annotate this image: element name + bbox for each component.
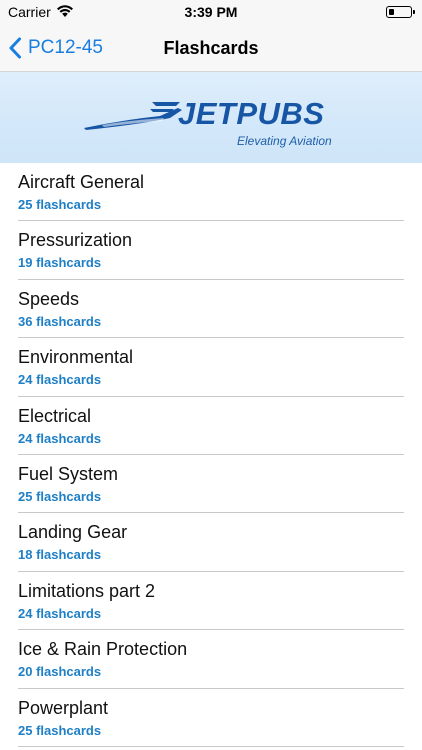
deck-count: 25 flashcards	[18, 722, 102, 738]
status-time: 3:39 PM	[184, 4, 238, 20]
list-item[interactable]: Pressurization 19 flashcards	[0, 221, 422, 281]
flashcard-deck-list: Aircraft General 25 flashcards Pressurizat…	[0, 163, 422, 748]
jetpubs-logo: JETPUBS Elevating Aviation	[82, 94, 338, 148]
list-item[interactable]: Limitations part 2 24 flashcards	[0, 572, 422, 631]
deck-title: Aircraft General	[18, 172, 145, 192]
list-item[interactable]: Electrical 24 flashcards	[0, 397, 422, 456]
deck-count: 18 flashcards	[18, 547, 102, 563]
list-item[interactable]: Fuel System 25 flashcards	[0, 455, 422, 514]
deck-title: Fuel System	[18, 463, 119, 484]
navigation-bar: PC12-45 Flashcards	[0, 24, 422, 72]
deck-count: 25 flashcards	[18, 488, 102, 504]
list-item[interactable]: Ice & Rain Protection 20 flashcards	[0, 630, 422, 689]
battery-level	[388, 8, 394, 15]
deck-title: Powerplant	[18, 697, 109, 718]
list-item[interactable]: Aircraft General 25 flashcards	[0, 163, 422, 222]
list-item[interactable]: Speeds 36 flashcards	[0, 280, 422, 339]
list-item[interactable]: Environmental 24 flashcards	[0, 338, 422, 397]
deck-count: 19 flashcards	[18, 255, 102, 271]
list-item[interactable]: Landing Gear 18 flashcards	[0, 513, 422, 573]
deck-title: Environmental	[18, 347, 134, 368]
deck-title: Electrical	[18, 405, 92, 426]
status-bar: Carrier 3:39 PM	[0, 0, 422, 24]
deck-count: 24 flashcards	[18, 430, 102, 446]
deck-count: 36 flashcards	[18, 313, 102, 329]
deck-title: Speeds	[18, 288, 80, 309]
deck-count: 24 flashcards	[18, 605, 102, 621]
deck-count: 24 flashcards	[18, 372, 102, 388]
battery-icon	[386, 6, 415, 18]
page-title: Flashcards	[163, 38, 259, 58]
deck-title: Pressurization	[18, 230, 133, 251]
deck-title: Limitations part 2	[18, 580, 156, 601]
deck-title: Landing Gear	[18, 522, 128, 543]
deck-count: 25 flashcards	[18, 197, 102, 212]
deck-count: 20 flashcards	[18, 664, 102, 680]
logo-tagline: Elevating Aviation	[237, 134, 332, 148]
list-item[interactable]: Powerplant 25 flashcards	[0, 689, 422, 748]
deck-title: Ice & Rain Protection	[18, 639, 188, 660]
brand-banner: JETPUBS Elevating Aviation	[0, 72, 422, 163]
logo-wordmark: JETPUBS	[178, 96, 325, 131]
